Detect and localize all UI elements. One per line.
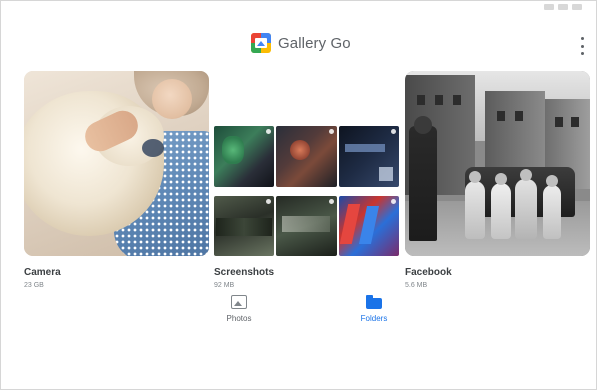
album-thumbnail: [405, 71, 590, 256]
album-thumbnail: [214, 71, 399, 256]
screenshot-thumb: [214, 195, 275, 256]
album-name: Screenshots: [214, 267, 275, 278]
screenshot-thumb: [338, 126, 399, 187]
bottom-navigation: Photos Folders: [1, 291, 596, 337]
screenshot-thumb: [276, 126, 337, 187]
album-size: 5.6 MB: [405, 282, 428, 289]
album-size: 92 MB: [214, 282, 235, 289]
album-size: 23 GB: [24, 282, 44, 289]
nav-folders[interactable]: Folders: [344, 291, 404, 323]
album-thumbnail: [24, 71, 209, 256]
album-name: Camera: [24, 267, 61, 278]
album-camera[interactable]: Camera 23 GB: [24, 71, 209, 289]
screenshot-thumb: [276, 195, 337, 256]
app-header: Gallery Go: [1, 27, 596, 61]
screenshot-thumb: [338, 195, 399, 256]
nav-photos[interactable]: Photos: [209, 291, 269, 323]
app-title: Gallery Go: [278, 34, 351, 52]
gallery-go-logo-icon: [251, 33, 271, 53]
gallery-go-screen: Gallery Go Camera 23 GB Screenshots 92 M…: [0, 0, 597, 390]
folder-icon: [366, 295, 382, 309]
album-name: Facebook: [405, 267, 452, 278]
album-screenshots[interactable]: Screenshots 92 MB: [214, 71, 399, 289]
album-facebook[interactable]: Facebook 5.6 MB: [405, 71, 590, 289]
more-vert-icon[interactable]: [578, 37, 586, 55]
screenshot-thumb: [214, 126, 275, 187]
screenshots-grid: [214, 126, 399, 256]
status-icons: [544, 4, 582, 10]
app-logo-group: Gallery Go: [251, 33, 351, 53]
nav-photos-label: Photos: [226, 314, 252, 323]
nav-folders-label: Folders: [360, 314, 388, 323]
photo-icon: [231, 295, 247, 309]
status-bar: [1, 1, 596, 17]
